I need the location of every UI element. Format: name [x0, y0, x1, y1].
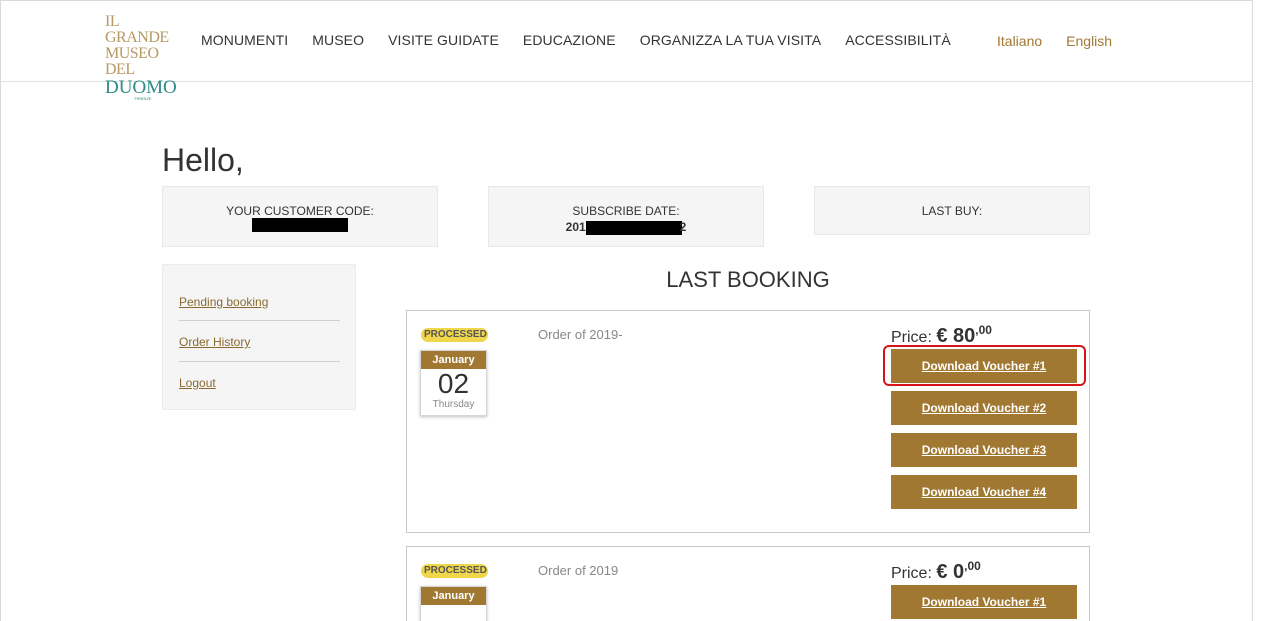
- nav-monumenti[interactable]: MONUMENTI: [201, 32, 288, 48]
- price-cents: ,00: [964, 559, 981, 573]
- download-voucher-1-button[interactable]: Download Voucher #1: [891, 585, 1077, 619]
- redacted-customer-code: [252, 218, 348, 233]
- logo-line-1: IL GRANDE: [105, 13, 169, 46]
- price-cents: ,00: [975, 323, 992, 337]
- language-switcher: Italiano English: [997, 33, 1136, 49]
- nav-organizza-visita[interactable]: ORGANIZZA LA TUA VISITA: [640, 32, 822, 48]
- calendar-date: January: [420, 586, 487, 621]
- status-badge: PROCESSED: [421, 564, 488, 578]
- nav-visite-guidate[interactable]: VISITE GUIDATE: [388, 32, 499, 48]
- download-voucher-2-button[interactable]: Download Voucher #2: [891, 391, 1077, 425]
- booking-card: PROCESSED January Order of 2019 Price: €…: [406, 546, 1090, 621]
- subscribe-date-box: SUBSCRIBE DATE: 201 2: [488, 186, 764, 247]
- last-buy-box: LAST BUY:: [814, 186, 1090, 235]
- price-amount: € 0: [936, 561, 965, 583]
- subscribe-date-value: 201 2: [565, 220, 687, 235]
- download-voucher-3-button[interactable]: Download Voucher #3: [891, 433, 1077, 467]
- customer-code-box: YOUR CUSTOMER CODE:: [162, 186, 438, 247]
- download-voucher-1-button[interactable]: Download Voucher #1: [891, 349, 1077, 383]
- price-label: Price:: [891, 329, 932, 346]
- calendar-day: 02: [437, 368, 470, 399]
- customer-code-label: YOUR CUSTOMER CODE:: [226, 204, 374, 218]
- subscribe-date-suffix: 2: [679, 220, 687, 234]
- download-voucher-4-button[interactable]: Download Voucher #4: [891, 475, 1077, 509]
- scrollbar-track[interactable]: [1253, 0, 1261, 621]
- status-badge: PROCESSED: [421, 328, 488, 342]
- menu-order-history[interactable]: Order History: [179, 335, 250, 349]
- calendar-month: January: [421, 351, 486, 369]
- greeting: Hello,: [162, 142, 244, 178]
- menu-logout[interactable]: Logout: [179, 376, 216, 390]
- menu-pending-booking[interactable]: Pending booking: [179, 295, 268, 309]
- logo-line-3: DUOMO: [105, 77, 177, 98]
- museum-logo[interactable]: IL GRANDE MUSEO DEL DUOMO FIRENZE: [105, 13, 185, 101]
- main-nav: MONUMENTI MUSEO VISITE GUIDATE EDUCAZION…: [201, 32, 975, 48]
- booking-card: PROCESSED January 02 Thursday Order of 2…: [406, 310, 1090, 533]
- order-label: Order of 2019: [538, 563, 619, 578]
- nav-accessibilita[interactable]: ACCESSIBILITÀ: [845, 32, 951, 48]
- nav-museo[interactable]: MUSEO: [312, 32, 364, 48]
- price: Price: € 0,00: [891, 559, 981, 584]
- order-label: Order of 2019-: [538, 327, 623, 342]
- menu-divider: [179, 320, 340, 321]
- lang-english[interactable]: English: [1066, 33, 1112, 49]
- subscribe-date-label: SUBSCRIBE DATE:: [572, 204, 680, 218]
- lang-italiano[interactable]: Italiano: [997, 33, 1042, 49]
- menu-divider: [179, 361, 340, 362]
- account-side-menu: Pending booking Order History Logout: [162, 264, 356, 410]
- price-amount: € 80: [936, 325, 976, 347]
- price-label: Price:: [891, 565, 932, 582]
- last-buy-label: LAST BUY:: [921, 204, 983, 218]
- browser-page: IL GRANDE MUSEO DEL DUOMO FIRENZE MONUME…: [0, 0, 1253, 621]
- logo-line-2: MUSEO DEL: [105, 45, 159, 78]
- section-title: LAST BOOKING: [666, 267, 830, 292]
- redacted-subscribe-date: [585, 220, 682, 235]
- price: Price: € 80,00: [891, 323, 992, 348]
- subscribe-date-prefix: 201: [565, 220, 586, 234]
- site-header: IL GRANDE MUSEO DEL DUOMO FIRENZE MONUME…: [1, 1, 1252, 101]
- nav-educazione[interactable]: EDUCAZIONE: [523, 32, 616, 48]
- calendar-weekday: Thursday: [432, 399, 475, 410]
- calendar-date: January 02 Thursday: [420, 350, 487, 416]
- calendar-month: January: [421, 587, 486, 605]
